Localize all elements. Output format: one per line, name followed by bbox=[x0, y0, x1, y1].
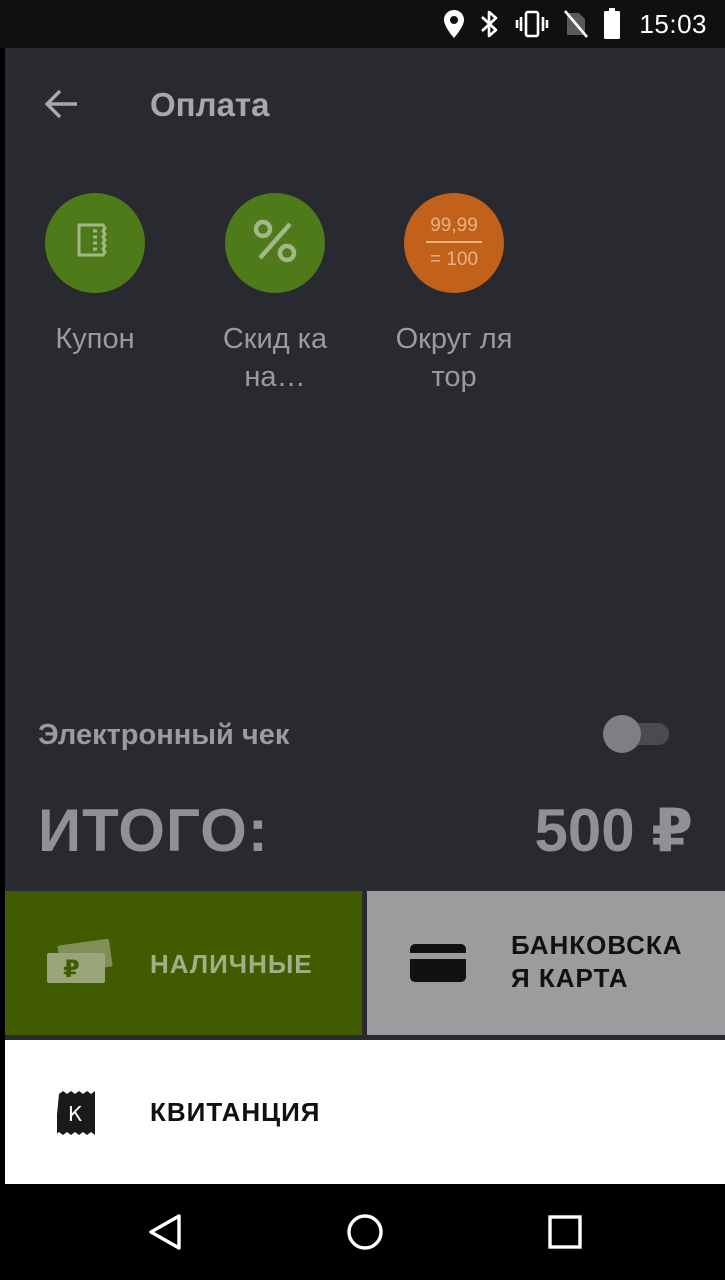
location-icon bbox=[443, 9, 465, 39]
action-rounder-circle: 99,99 = 100 bbox=[404, 193, 504, 293]
triangle-back-icon bbox=[147, 1213, 183, 1256]
arrow-left-icon bbox=[43, 88, 79, 125]
action-rounder[interactable]: 99,99 = 100 Округ лятор bbox=[369, 193, 539, 413]
action-discount[interactable]: Скид ка на… bbox=[190, 193, 360, 413]
cash-icon: ₽ bbox=[43, 938, 117, 990]
screen: 15:03 Оплата Купон Скид ка на… 99,99 = 1… bbox=[0, 0, 725, 1280]
cash-label: НАЛИЧНЫЕ bbox=[150, 949, 313, 979]
page-title: Оплата bbox=[150, 86, 270, 123]
square-recents-icon bbox=[547, 1214, 583, 1255]
receipt-button[interactable]: К КВИТАНЦИЯ bbox=[5, 1040, 725, 1184]
percent-icon bbox=[249, 215, 301, 272]
ereceipt-label: Электронный чек bbox=[38, 719, 290, 751]
cash-button[interactable]: ₽ НАЛИЧНЫЕ bbox=[5, 891, 362, 1035]
action-coupon[interactable]: Купон bbox=[10, 193, 180, 413]
promo-actions: Купон Скид ка на… 99,99 = 100 Округ лято… bbox=[5, 193, 725, 413]
rounder-icon-bottom: = 100 bbox=[429, 249, 479, 270]
bank-card-button[interactable]: БАНКОВСКА Я КАРТА bbox=[367, 891, 725, 1035]
nav-recents-button[interactable] bbox=[537, 1206, 593, 1262]
receipt-icon: К bbox=[55, 1090, 97, 1141]
action-rounder-label: Округ лятор bbox=[395, 323, 513, 393]
payment-methods: ₽ НАЛИЧНЫЕ БАНКОВСКА Я КАРТА bbox=[5, 891, 725, 1035]
vibrate-icon bbox=[515, 9, 549, 39]
action-coupon-circle bbox=[45, 193, 145, 293]
nav-back-button[interactable] bbox=[137, 1206, 193, 1262]
nav-home-button[interactable] bbox=[337, 1206, 393, 1262]
receipt-label: КВИТАНЦИЯ bbox=[150, 1097, 321, 1127]
payment-screen: Оплата Купон Скид ка на… 99,99 = 100 Окр… bbox=[5, 48, 725, 1184]
action-coupon-label: Купон bbox=[55, 323, 135, 355]
bank-card-icon bbox=[409, 943, 467, 988]
battery-icon bbox=[603, 8, 621, 40]
back-button[interactable] bbox=[33, 78, 89, 134]
bluetooth-icon bbox=[479, 9, 501, 39]
rounder-icon-divider bbox=[426, 241, 482, 243]
coupon-icon bbox=[73, 219, 117, 268]
circle-home-icon bbox=[345, 1212, 385, 1257]
no-sim-icon bbox=[563, 9, 589, 39]
svg-text:К: К bbox=[68, 1102, 82, 1126]
total-label: ИТОГО: bbox=[38, 797, 269, 864]
rounder-icon: 99,99 = 100 bbox=[426, 216, 482, 270]
action-discount-circle bbox=[225, 193, 325, 293]
action-discount-label: Скид ка на… bbox=[222, 323, 328, 393]
total-value: 500 ₽ bbox=[534, 797, 693, 864]
navigation-bar bbox=[0, 1184, 725, 1280]
svg-text:₽: ₽ bbox=[63, 955, 80, 983]
rounder-icon-top: 99,99 bbox=[430, 215, 478, 236]
bank-card-label: БАНКОВСКА Я КАРТА bbox=[511, 930, 683, 993]
status-bar: 15:03 bbox=[0, 0, 725, 48]
total-row: ИТОГО: 500 ₽ bbox=[5, 788, 725, 878]
status-time: 15:03 bbox=[639, 8, 707, 39]
ereceipt-switch[interactable] bbox=[603, 715, 671, 753]
ereceipt-row: Электронный чек bbox=[5, 703, 725, 763]
app-bar: Оплата bbox=[5, 48, 725, 160]
switch-thumb bbox=[603, 715, 641, 753]
